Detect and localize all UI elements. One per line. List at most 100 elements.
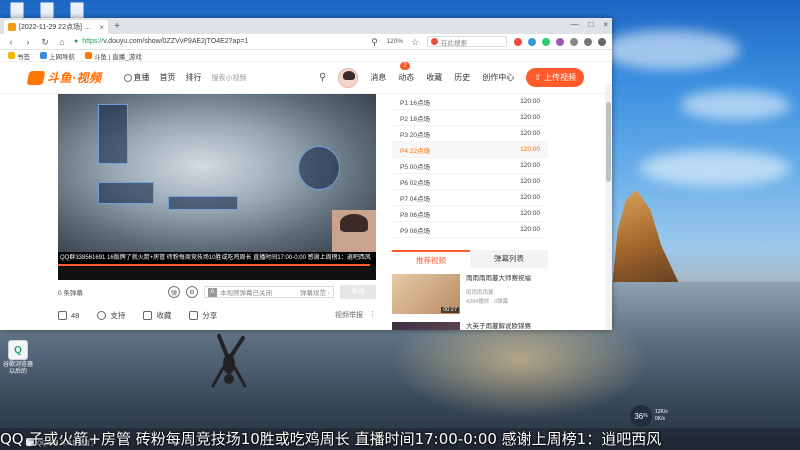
douyu-video-logo[interactable]: 斗鱼·视频 [26,69,102,86]
extension-icon[interactable] [542,37,550,46]
video-player[interactable]: QQ群338561691 16版牌了就火箭+房管 砖粉每周竞技场10胜或吃鸡周长… [58,94,376,280]
upload-video-button[interactable]: ⇧ 上传视频 [526,68,584,87]
player-controls[interactable] [58,264,376,280]
episode-duration: 120:00 [520,98,540,105]
upload-icon: ⇧ [534,73,541,82]
upload-label: 上传视频 [544,73,576,82]
tab-recommend-videos[interactable]: 推荐视频 [392,250,470,268]
episode-label: P5 00点场 [400,163,430,171]
episode-duration: 120:00 [520,178,540,185]
search-icon[interactable]: ⚲ [319,72,326,83]
episode-row[interactable]: P5 00点场 120:00 [392,158,548,174]
nav-short-video[interactable]: 搜索小视频 [212,73,247,83]
episode-duration: 120:00 [520,226,540,233]
minimize-button[interactable]: — [570,20,578,29]
bookmark-item[interactable]: 书签 [8,51,30,61]
send-button[interactable]: 发送 [340,285,376,299]
scrollbar-thumb[interactable] [606,102,611,182]
logo-text: 斗鱼·视频 [47,71,102,85]
favorites-link[interactable]: 收藏 [426,72,442,83]
episode-list: P1 16点场 120:00 P2 18点场 120:00 P3 20点场 120:00 P… [392,94,548,238]
zoom-icon[interactable]: ⚲ [369,37,379,47]
report-link[interactable]: 视频举报 [335,310,363,320]
danmu-spec-label: 弹幕规范 [300,290,327,297]
close-tab-icon[interactable]: × [99,23,104,32]
danmu-toggle-icon[interactable]: 弹 [168,286,180,298]
episode-label: P2 18点场 [400,115,430,123]
home-icon[interactable]: ⌂ [57,37,67,47]
browser-window: [2022-11-29 22点场] 魔兽世界 × + — □ × ‹ › ↻ ⌂… [0,18,612,330]
usage-percent: 36 [634,411,644,421]
address-bar[interactable]: ● https://v.douyu.com/show/0ZZVvP9AE2jTO… [74,36,362,48]
video-thumbnail [392,322,460,330]
episode-row[interactable]: P9 08点场 120:00 [392,222,548,238]
maximize-button[interactable]: □ [588,20,593,29]
scissors-icon[interactable] [570,37,578,46]
bookmark-label: 上网导航 [49,53,75,61]
douyu-favicon-icon [8,23,16,31]
extension-icon[interactable] [556,37,564,46]
extension-icon[interactable] [528,37,536,46]
extension-icon[interactable] [514,37,522,46]
new-tab-button[interactable]: + [110,20,124,34]
back-icon[interactable]: ‹ [6,37,16,47]
upload-rate: 12K/s [655,409,668,415]
page-scrollbar[interactable] [605,84,612,330]
episode-row[interactable]: P4 22点场 120:00 [392,142,548,158]
episode-duration: 120:00 [520,114,540,121]
menu-icon[interactable] [598,37,606,46]
tab-title: [2022-11-29 22点场] 魔兽世界 [19,24,96,31]
episode-label: P8 06点场 [400,211,430,219]
bookmark-item[interactable]: 上网导航 [40,51,75,61]
recommend-item[interactable]: 00:27 雨雨雨雨蔓大师赛祝福 雨雨雨雨蔓 4384播放 · 0弹幕 [392,274,548,318]
tab-danmu-list[interactable]: 弹幕列表 [470,250,548,268]
danmu-style-icon[interactable]: A [208,287,217,297]
support-button[interactable]: 支持 [97,310,125,321]
episode-row[interactable]: P7 04点场 120:00 [392,190,548,206]
avatar[interactable] [338,67,359,88]
browser-tab[interactable]: [2022-11-29 22点场] 魔兽世界 × [4,20,108,34]
undo-icon[interactable] [584,37,592,46]
history-link[interactable]: 历史 [454,72,470,83]
episode-row[interactable]: P6 02点场 120:00 [392,174,548,190]
network-monitor-widget[interactable]: 36% 12K/s 0K/s [630,404,686,428]
danmu-bar: 0 条弹幕 弹 ⚙ A 本视频弹幕已关闭 弹幕规范 › 发送 [58,284,376,300]
close-window-button[interactable]: × [603,20,608,29]
video-progress-bar[interactable] [58,264,370,266]
messages-link[interactable]: 消息 [370,72,386,83]
danmu-spec-link[interactable]: 弹幕规范 › [300,287,330,297]
like-button[interactable]: 48 [58,310,79,320]
desktop-app-shortcut[interactable]: Q 谷歌浏览器 以后的 [2,340,34,376]
episode-row[interactable]: P2 18点场 120:00 [392,110,548,126]
share-button[interactable]: 分享 [189,310,217,321]
search-input[interactable]: 在此搜索 [427,36,507,47]
danmu-input[interactable]: A 本视频弹幕已关闭 弹幕规范 › [204,286,334,298]
report-area: 视频举报 ⋮ [335,310,376,320]
search-placeholder: 在此搜索 [441,39,467,47]
tab-bar: [2022-11-29 22点场] 魔兽世界 × + — □ × [0,18,612,34]
episode-row[interactable]: P1 16点场 120:00 [392,94,548,110]
danmu-settings-icon[interactable]: ⚙ [186,286,198,298]
bookmark-label: 书签 [17,53,30,61]
share-icon [189,310,199,320]
creator-center-link[interactable]: 创作中心 [482,72,514,83]
episode-duration: 120:00 [520,146,540,153]
recommend-meta: 4384播放 · 0弹幕 [466,299,509,305]
nav-home[interactable]: 首页 [160,72,176,83]
nav-rank[interactable]: 排行 [186,72,202,83]
episode-row[interactable]: P8 06点场 120:00 [392,206,548,222]
dynamic-link[interactable]: 2 动态 [398,62,414,83]
notification-badge: 2 [400,62,410,70]
more-icon[interactable]: ⋮ [369,310,376,320]
bookmark-item[interactable]: 斗鱼 | 直播_游戏 [85,51,142,61]
refresh-icon[interactable]: ↻ [40,37,50,47]
rock-formation [612,190,682,290]
favorite-button[interactable]: 收藏 [143,310,171,321]
star-icon[interactable]: ☆ [410,37,420,47]
recommend-item[interactable]: 大英子雨蔓解说欧锦赛 [392,322,548,330]
nav-live[interactable]: 直播 [123,72,150,83]
zoom-level[interactable]: 120% [386,38,403,45]
forward-icon[interactable]: › [23,37,33,47]
episode-row[interactable]: P3 20点场 120:00 [392,126,548,142]
usage-circle: 36% [630,405,652,427]
